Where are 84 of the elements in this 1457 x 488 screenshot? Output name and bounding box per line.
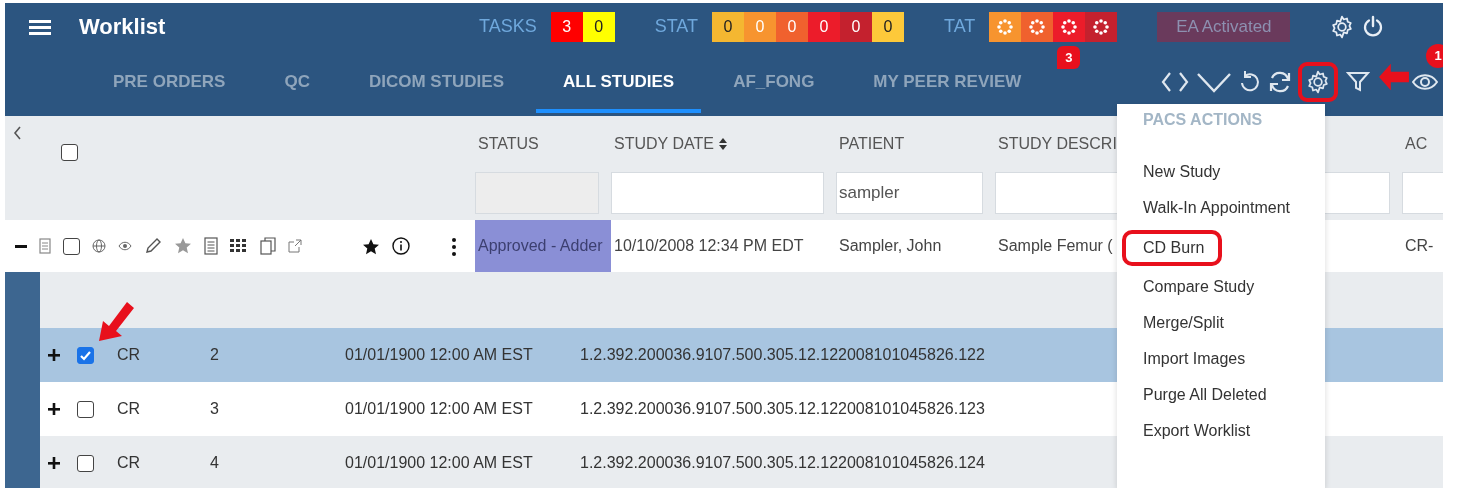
counter-value[interactable]: 0: [872, 11, 905, 42]
filter-icon[interactable]: [1346, 69, 1370, 94]
eye-icon[interactable]: [118, 241, 132, 251]
checkbox[interactable]: [77, 454, 94, 472]
list-icon[interactable]: [204, 237, 218, 255]
tab[interactable]: ALL STUDIES: [536, 50, 702, 113]
menu-item[interactable]: Import Images: [1122, 345, 1246, 373]
grid-icon[interactable]: [230, 239, 248, 253]
counter-value[interactable]: 0: [808, 11, 841, 42]
column-header[interactable]: STUDY DATE: [614, 132, 728, 156]
counter-value[interactable]: 3: [550, 11, 583, 42]
more-icon[interactable]: [452, 237, 456, 256]
star-icon[interactable]: [174, 237, 192, 255]
spinner-icon: [1092, 17, 1111, 36]
copy-icon[interactable]: [260, 237, 276, 255]
counter-value[interactable]: 0: [840, 11, 873, 42]
counter-label: TAT: [944, 15, 976, 38]
table-cell: 3: [210, 400, 219, 417]
sort-icon[interactable]: [717, 137, 728, 151]
timer-cell[interactable]: [989, 11, 1022, 42]
table-cell-text: 1.2.392.200036.9107.500.305.12.122008101045826.124: [580, 453, 985, 473]
plus-icon[interactable]: [48, 457, 60, 469]
menu-item[interactable]: Purge All Deleted: [1122, 381, 1267, 409]
timer-cell[interactable]: [1053, 11, 1086, 42]
pencil-icon[interactable]: [144, 237, 162, 255]
counter-value[interactable]: 0: [776, 11, 809, 42]
star-icon[interactable]: [362, 237, 380, 256]
filter-field[interactable]: sampler: [836, 172, 983, 214]
settings-icon[interactable]: [1330, 14, 1355, 39]
table-cell-text: Sampler, John: [838, 236, 943, 256]
globe-icon[interactable]: [92, 239, 106, 253]
counter-label: TASKS: [479, 15, 537, 38]
menu-item[interactable]: Walk-In Appointment: [1122, 194, 1291, 222]
settings-button[interactable]: [1298, 61, 1338, 102]
table-cell: 01/01/1900 12:00 AM EST: [345, 346, 533, 363]
spinner-icon: [1060, 17, 1079, 36]
table-cell: 4: [210, 454, 219, 471]
filter-field[interactable]: [611, 172, 824, 214]
table-cell-text: 10/10/2008 12:34 PM EDT: [613, 236, 805, 256]
table-cell: 01/01/1900 12:00 AM EST: [345, 454, 533, 471]
menu-icon[interactable]: [29, 18, 51, 37]
checkbox[interactable]: [77, 346, 94, 364]
table-cell: CR: [117, 400, 141, 417]
column-header[interactable]: STUDY DESCRI: [998, 132, 1117, 156]
power-icon[interactable]: [1362, 14, 1385, 39]
table-cell-text: 1.2.392.200036.9107.500.305.12.122008101045826.122: [580, 345, 985, 365]
counter-label: STAT: [654, 15, 699, 38]
menu-item[interactable]: Export Worklist: [1122, 417, 1251, 445]
menu-item[interactable]: Compare Study: [1122, 273, 1255, 301]
status-cell: Approved - Adder: [475, 220, 611, 272]
column-header[interactable]: PATIENT: [839, 132, 905, 156]
counter-value[interactable]: 0: [712, 11, 745, 42]
timer-cell[interactable]: [1021, 11, 1054, 42]
table-cell: 01/01/1900 12:00 AM EST: [345, 400, 533, 417]
table-cell-text: CR-: [1404, 236, 1435, 256]
count-badge: 3: [1057, 46, 1081, 69]
table-cell: CR: [117, 454, 141, 471]
menu-item[interactable]: New Study: [1122, 158, 1221, 186]
counter-value[interactable]: 0: [582, 11, 615, 42]
chevron-left-icon[interactable]: [13, 126, 21, 140]
checkbox[interactable]: [61, 144, 78, 161]
table-cell-text: 1.2.392.200036.9107.500.305.12.122008101045826.123: [580, 399, 985, 419]
spinner-icon: [996, 17, 1015, 36]
annotation-arrow: [98, 300, 136, 342]
table-cell: CR: [117, 346, 141, 363]
plus-icon[interactable]: [48, 403, 60, 415]
menu-title: PACS ACTIONS: [1142, 110, 1264, 130]
external-link-icon[interactable]: [288, 239, 302, 253]
info-icon[interactable]: [392, 237, 410, 255]
page-title: Worklist: [79, 13, 167, 41]
refresh-icon[interactable]: [1268, 69, 1292, 94]
table-cell: 2: [210, 346, 219, 363]
timer-cell[interactable]: [1085, 11, 1118, 42]
settings-icon: [1306, 69, 1330, 94]
menu-item[interactable]: CD Burn: [1122, 230, 1223, 266]
table-cell-text: Sample Femur (: [997, 236, 1114, 256]
column-header[interactable]: AC: [1405, 132, 1428, 156]
checkbox[interactable]: [77, 400, 94, 418]
annotation-arrow: [1378, 62, 1410, 92]
spinner-icon: [1028, 17, 1047, 36]
column-header[interactable]: STATUS: [478, 132, 539, 156]
plus-icon[interactable]: [48, 349, 60, 361]
checkbox[interactable]: [63, 237, 80, 255]
undo-icon[interactable]: [1238, 69, 1262, 94]
